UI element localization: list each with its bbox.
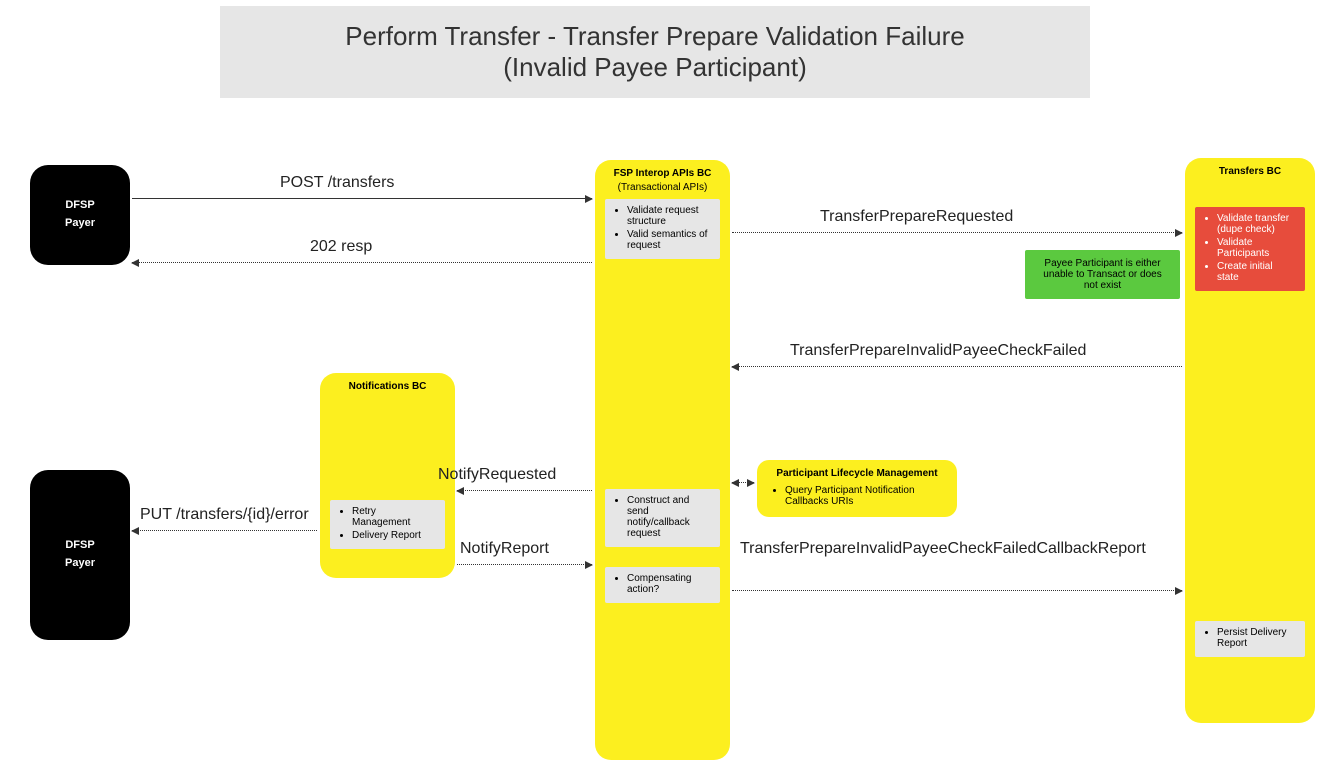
notifications-note: Retry Management Delivery Report [330,500,445,549]
fsp-interop-bc: FSP Interop APIs BC (Transactional APIs)… [595,160,730,760]
pl-title: Participant Lifecycle Management [767,468,947,479]
arrow-prepare-requested [732,232,1182,233]
transfers-persist-note: Persist Delivery Report [1195,621,1305,657]
fsp-note-compensating: Compensating action? [605,567,720,603]
participant-lifecycle-mgmt: Participant Lifecycle Management Query P… [757,460,957,517]
edge-notify-report: NotifyReport [460,540,549,558]
title-line1: Perform Transfer - Transfer Prepare Vali… [250,21,1060,52]
bc-title: FSP Interop APIs BC [605,168,720,179]
actor-label: DFSP [65,197,94,215]
arrow-post-transfers [132,198,592,199]
edge-callback-report: TransferPrepareInvalidPayeeCheckFailedCa… [740,540,1130,558]
transfers-bc: Transfers BC Validate transfer (dupe che… [1185,158,1315,723]
actor-label: Payer [65,215,95,233]
title-line2: (Invalid Payee Participant) [250,52,1060,83]
arrow-notify-report [457,564,592,565]
edge-invalid-check-failed: TransferPrepareInvalidPayeeCheckFailed [790,342,1086,360]
arrow-callback-report [732,590,1182,591]
bc-title: Transfers BC [1195,166,1305,177]
edge-202-resp: 202 resp [310,238,372,256]
actor-dfsp-payer-bottom: DFSP Payer [30,470,130,640]
arrow-invalid-check-failed [732,366,1182,367]
pl-note: Query Participant Notification Callbacks… [767,483,947,509]
actor-label: DFSP [65,537,94,555]
fsp-note-validate: Validate request structure Valid semanti… [605,199,720,259]
edge-post-transfers: POST /transfers [280,174,394,192]
actor-label: Payer [65,555,95,573]
payee-participant-error-note: Payee Participant is either unable to Tr… [1025,250,1180,299]
transfers-red-note: Validate transfer (dupe check) Validate … [1195,207,1305,291]
arrow-notify-requested [457,490,592,491]
fsp-note-construct: Construct and send notify/callback reque… [605,489,720,547]
edge-put-error: PUT /transfers/{id}/error [140,506,309,524]
arrow-fsp-plm [732,482,754,483]
arrow-202-resp [132,262,592,263]
bc-title: Notifications BC [330,381,445,392]
arrow-put-error [132,530,317,531]
notifications-bc: Notifications BC Retry Management Delive… [320,373,455,578]
edge-prepare-requested: TransferPrepareRequested [820,208,1013,226]
actor-dfsp-payer-top: DFSP Payer [30,165,130,265]
bc-subtitle: (Transactional APIs) [605,182,720,193]
edge-notify-requested: NotifyRequested [438,466,556,484]
diagram-title: Perform Transfer - Transfer Prepare Vali… [220,6,1090,98]
